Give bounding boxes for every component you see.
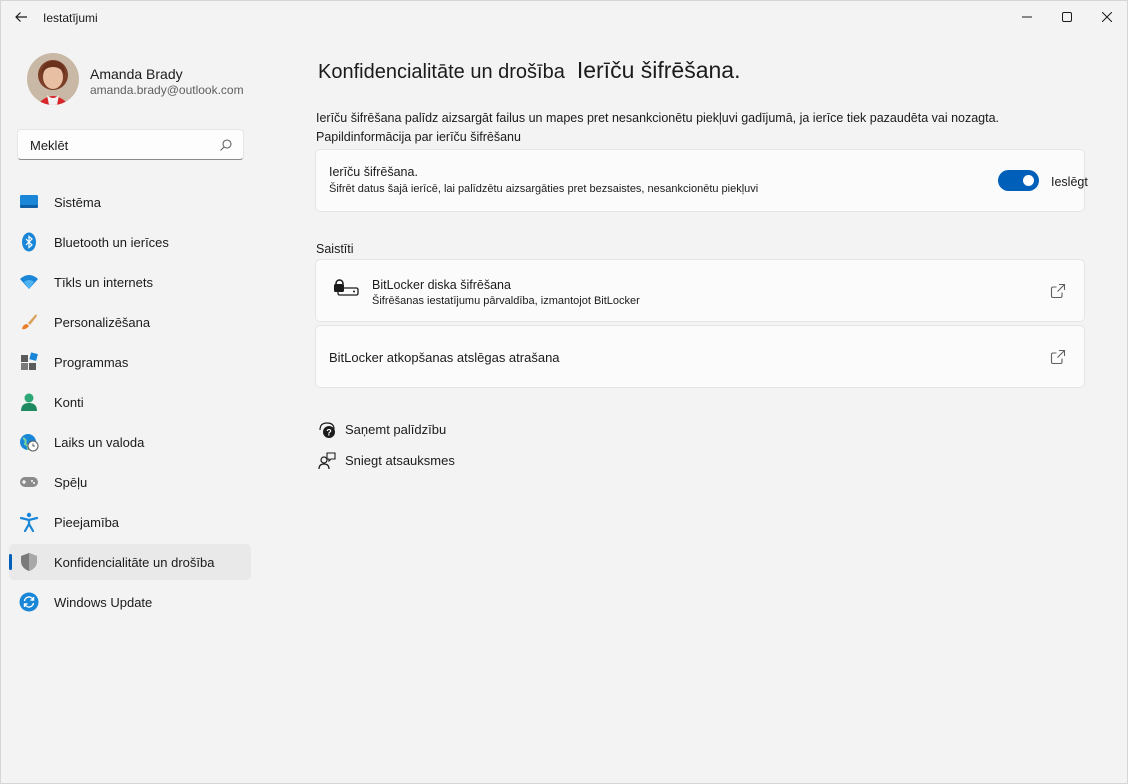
external-link-icon [1050, 349, 1066, 365]
user-name: Amanda Brady [90, 66, 183, 82]
sidebar-item-bluetooth[interactable]: Bluetooth un ierīces [9, 224, 251, 260]
sidebar-item-accounts[interactable]: Konti [9, 384, 251, 420]
system-icon [20, 195, 38, 208]
apps-icon [21, 352, 38, 370]
minimize-icon [1022, 16, 1032, 18]
toggle-knob [1023, 175, 1034, 186]
related-section-title: Saistīti [316, 242, 354, 256]
search-input[interactable]: Meklēt [17, 129, 244, 160]
device-encryption-card: Ierīču šifrēšana. Šifrēt datus šajā ierī… [315, 149, 1088, 212]
sidebar-item-privacy-security[interactable]: Konfidencialitāte un drošība [9, 544, 251, 580]
breadcrumb: Konfidencialitāte un drošība Ierīču šifrē… [318, 57, 740, 84]
recovery-key-title: BitLocker atkopšanas atslēgas atrašana [329, 350, 560, 365]
breadcrumb-parent[interactable]: Konfidencialitāte un drošība [318, 61, 565, 83]
maximize-icon [1062, 12, 1072, 22]
sidebar-item-label: Pieejamība [54, 515, 120, 530]
sidebar-item-label: Spēļu [54, 475, 88, 490]
feedback-icon [318, 452, 336, 470]
sidebar-nav: Sistēma Bluetooth un ierīces Tīkls un in… [9, 184, 251, 624]
shield-icon [21, 553, 37, 571]
sidebar-item-label: Tīkls un internets [54, 275, 153, 290]
feedback-label: Sniegt atsauksmes [345, 453, 455, 468]
close-icon [1102, 12, 1112, 22]
sidebar-item-system[interactable]: Sistēma [9, 184, 251, 220]
user-email: amanda.brady@outlook.com [90, 83, 244, 97]
app-title: Iestatījumi [43, 11, 98, 25]
recovery-key-link-card[interactable]: BitLocker atkopšanas atslēgas atrašana [315, 325, 1085, 388]
active-indicator [9, 554, 12, 570]
sidebar-item-label: Programmas [54, 355, 129, 370]
sidebar-item-label: Konti [54, 395, 84, 410]
sidebar-item-label: Sistēma [54, 195, 101, 210]
drive-lock-icon [334, 279, 359, 296]
sidebar-item-personalization[interactable]: Personalizēšana [9, 304, 251, 340]
sidebar-item-apps[interactable]: Programmas [9, 344, 251, 380]
update-icon [19, 592, 39, 612]
sidebar-item-label: Windows Update [54, 595, 153, 610]
bluetooth-icon [22, 232, 36, 252]
sidebar-item-label: Laiks un valoda [54, 435, 145, 450]
avatar [27, 53, 79, 105]
encryption-title: Ierīču šifrēšana. [329, 165, 418, 179]
back-arrow-icon [15, 12, 27, 22]
gamepad-icon [20, 477, 38, 487]
encryption-subtitle: Šifrēt datus šajā ierīcē, lai palīdzētu … [329, 183, 759, 195]
page-title: Ierīču šifrēšana. [576, 57, 741, 83]
globe-clock-icon [20, 434, 39, 452]
sidebar-item-gaming[interactable]: Spēļu [9, 464, 251, 500]
sidebar-item-accessibility[interactable]: Pieejamība [9, 504, 251, 540]
toggle-state-label: Ieslēgt [1051, 175, 1088, 189]
page-description: Ierīču šifrēšana palīdz aizsargāt failus… [316, 111, 1000, 144]
close-button[interactable] [1085, 1, 1127, 33]
external-link-icon [1050, 283, 1066, 299]
minimize-button[interactable] [1005, 1, 1049, 33]
title-bar: Iestatījumi [1, 1, 1127, 33]
back-button[interactable] [9, 5, 33, 29]
wifi-icon [20, 275, 38, 289]
encryption-toggle[interactable] [998, 170, 1039, 191]
sidebar-item-label: Konfidencialitāte un drošība [54, 555, 215, 570]
sidebar-item-time-language[interactable]: Laiks un valoda [9, 424, 251, 460]
settings-window: Iestatījumi Amanda Brady amanda.brady@ou… [0, 0, 1128, 784]
sidebar-item-label: Bluetooth un ierīces [54, 235, 169, 250]
sidebar-item-network[interactable]: Tīkls un internets [9, 264, 251, 300]
bitlocker-title: BitLocker diska šifrēšana [372, 278, 511, 292]
bitlocker-subtitle: Šifrēšanas iestatījumu pārvaldība, izman… [372, 295, 640, 307]
search-icon [220, 139, 232, 151]
brush-icon [22, 314, 37, 330]
sidebar-item-windows-update[interactable]: Windows Update [9, 584, 251, 620]
search-placeholder: Meklēt [30, 138, 69, 153]
accessibility-icon [19, 512, 39, 532]
sidebar-item-label: Personalizēšana [54, 315, 151, 330]
maximize-button[interactable] [1045, 1, 1089, 33]
bitlocker-link-card[interactable]: BitLocker diska šifrēšana Šifrēšanas ies… [315, 259, 1085, 322]
account-icon [21, 393, 37, 411]
get-help-label: Saņemt palīdzību [345, 422, 447, 437]
help-icon: ? [319, 422, 335, 438]
svg-text:?: ? [326, 428, 332, 438]
